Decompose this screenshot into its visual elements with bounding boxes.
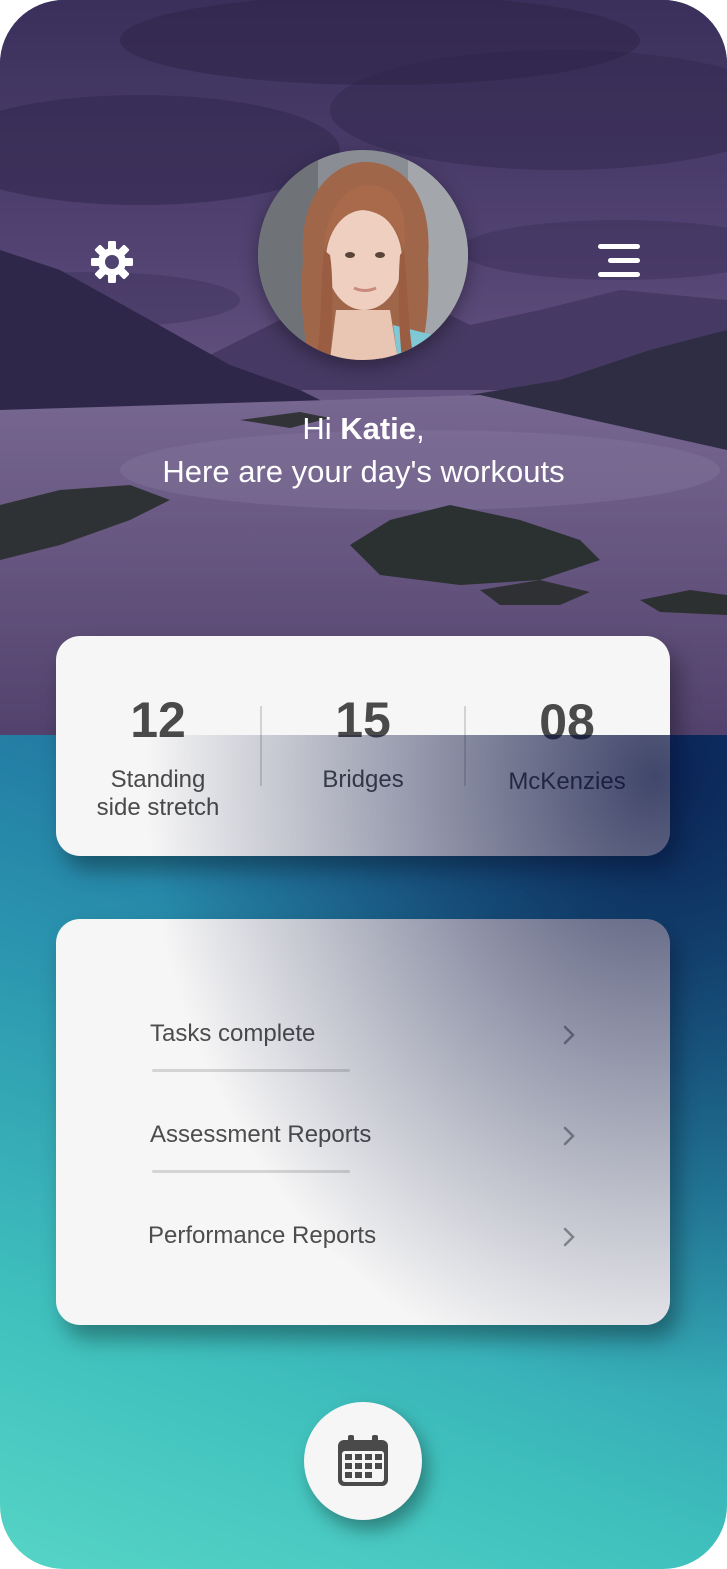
tasks-complete-link[interactable]: Tasks complete <box>150 1004 580 1064</box>
stat-label: Standing side stretch <box>56 766 260 822</box>
link-label: Performance Reports <box>148 1222 377 1249</box>
calendar-button[interactable] <box>304 1402 422 1520</box>
avatar[interactable] <box>258 150 468 360</box>
phone-screen: Hi Katie, Here are your day's workouts 1… <box>0 0 727 1569</box>
link-label: Assessment Reports <box>150 1121 372 1148</box>
settings-button[interactable] <box>86 236 138 288</box>
link-divider <box>152 1069 350 1072</box>
stat-value: 15 <box>335 692 391 748</box>
link-divider <box>152 1170 350 1173</box>
stat-label-line2: side stretch <box>96 794 220 821</box>
greeting-comma: , <box>416 411 425 446</box>
performance-reports-link[interactable]: Performance Reports <box>148 1206 580 1266</box>
hamburger-menu-icon <box>598 243 640 249</box>
stat-label-line1: Standing <box>110 766 206 793</box>
menu-button[interactable] <box>588 238 640 282</box>
reports-card: Tasks complete Assessment Reports Perfor… <box>56 919 670 1325</box>
chevron-right-icon <box>563 1025 575 1045</box>
user-name: Katie <box>340 411 417 446</box>
greeting-line: Hi Katie, <box>0 408 727 450</box>
stat-value: 08 <box>539 694 595 750</box>
hero-landscape-image <box>0 0 727 735</box>
greeting-hi: Hi <box>302 411 341 446</box>
calendar-icon <box>338 1435 388 1486</box>
chevron-right-icon <box>563 1227 575 1247</box>
stat-value: 12 <box>130 692 186 748</box>
workout-stats-card: 12 Standing side stretch 15 Bridges 08 M… <box>56 636 670 856</box>
gear-icon <box>91 241 133 283</box>
stat-label: McKenzies <box>508 768 626 795</box>
chevron-right-icon <box>563 1126 575 1146</box>
greeting-subtitle: Here are your day's workouts <box>162 454 565 489</box>
link-label: Tasks complete <box>150 1020 316 1047</box>
assessment-reports-link[interactable]: Assessment Reports <box>150 1105 580 1165</box>
stat-label: Bridges <box>322 766 404 793</box>
